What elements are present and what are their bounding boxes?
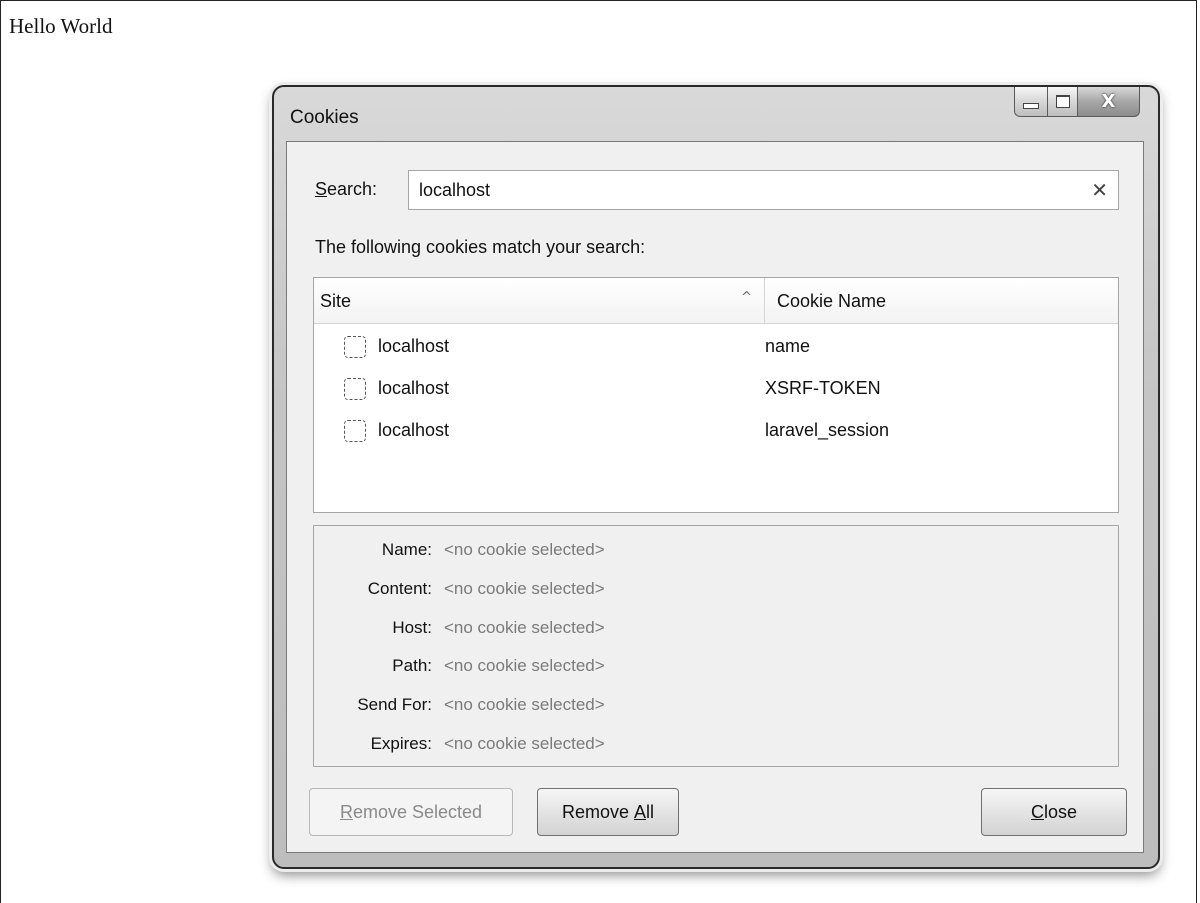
clear-search-icon[interactable]: ✕ [1091,178,1108,202]
cookie-details: Name: <no cookie selected> Content: <no … [313,525,1119,767]
list-item[interactable]: localhost name [314,328,1118,370]
remove-selected-button[interactable]: Remove Selected [309,788,513,836]
page-heading: Hello World [9,14,113,38]
cookie-checkbox-icon[interactable] [344,420,366,442]
column-header-cookie-name[interactable]: Cookie Name [777,291,886,312]
minimize-button[interactable] [1014,87,1048,117]
cookie-site: localhost [378,420,450,440]
detail-row-send-for: Send For: <no cookie selected> [357,695,605,714]
detail-row-path: Path: <no cookie selected> [392,656,605,675]
remove-all-button[interactable]: Remove All [537,788,679,836]
dialog-content: Search: localhost ✕ The following cookie… [286,141,1144,853]
detail-row-name: Name: <no cookie selected> [381,540,605,559]
search-label: Search: [315,179,378,199]
list-item[interactable]: localhost XSRF-TOKEN [314,370,1118,412]
search-input[interactable]: localhost ✕ [408,170,1119,210]
cookie-site: localhost [378,378,450,398]
dialog-title: Cookies [290,107,359,128]
column-header-site[interactable]: Site ^ [314,278,765,323]
window-close-button[interactable]: X [1078,87,1140,117]
cookie-site: localhost [378,336,450,356]
maximize-button[interactable] [1048,87,1078,117]
search-value: localhost [419,180,491,200]
cookies-dialog: Cookies X Search: localhost ✕ The follow… [272,85,1160,869]
minimize-icon [1023,102,1039,109]
sort-ascending-icon: ^ [741,290,752,305]
cookie-checkbox-icon[interactable] [344,336,366,358]
close-icon: X [1101,91,1116,112]
maximize-icon [1055,95,1070,108]
caption-buttons: X [1014,87,1140,117]
list-item[interactable]: localhost laravel_session [314,412,1118,454]
cookie-name: laravel_session [765,420,890,440]
match-description: The following cookies match your search: [315,237,646,257]
cookie-list[interactable]: Site ^ Cookie Name localhost name localh… [313,277,1119,513]
detail-row-expires: Expires: <no cookie selected> [370,734,605,753]
cookie-list-header: Site ^ Cookie Name [314,278,1118,324]
cookie-checkbox-icon[interactable] [344,378,366,400]
cookie-name: name [765,336,811,356]
cookie-name: XSRF-TOKEN [765,378,881,398]
close-button[interactable]: Close [981,788,1127,836]
detail-row-content: Content: <no cookie selected> [367,579,605,598]
detail-row-host: Host: <no cookie selected> [392,618,605,637]
title-bar[interactable]: Cookies X [274,87,1158,139]
